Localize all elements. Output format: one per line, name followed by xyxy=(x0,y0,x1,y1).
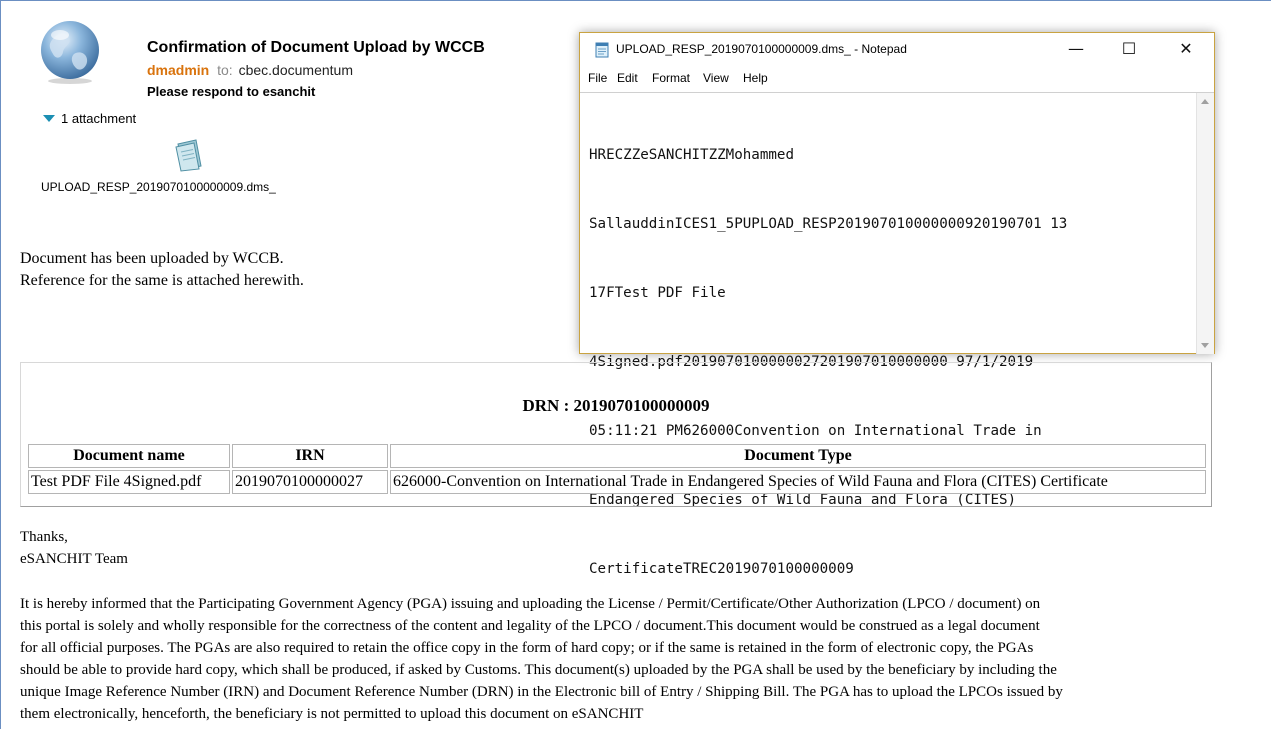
recipient-name[interactable]: cbec.documentum xyxy=(239,62,353,78)
minimize-icon: — xyxy=(1068,39,1084,58)
header-document-name: Document name xyxy=(28,444,230,468)
disclaimer-line: It is hereby informed that the Participa… xyxy=(20,596,1041,612)
table-header-row: Document name IRN Document Type xyxy=(28,444,1206,468)
close-button[interactable]: ✕ xyxy=(1163,33,1209,65)
close-icon: ✕ xyxy=(1179,39,1193,58)
notepad-line: HRECZZeSANCHITZZMohammed xyxy=(589,147,794,163)
cell-document-name: Test PDF File 4Signed.pdf xyxy=(28,470,230,494)
menu-help[interactable]: Help xyxy=(743,71,768,85)
cell-document-type: 626000-Convention on International Trade… xyxy=(390,470,1206,494)
notepad-line: SallauddinICES1_5PUPLOAD_RESP20190701000… xyxy=(589,216,1068,232)
header-document-type: Document Type xyxy=(390,444,1206,468)
disclaimer-line: should be able to provide hard copy, whi… xyxy=(20,662,1057,678)
table-row: Test PDF File 4Signed.pdf 20190701000000… xyxy=(28,470,1206,494)
attachment-file-name[interactable]: UPLOAD_RESP_2019070100000009.dms_ xyxy=(41,180,276,194)
header-irn: IRN xyxy=(232,444,388,468)
disclaimer-line: unique Image Reference Number (IRN) and … xyxy=(20,684,1063,700)
notepad-line: 17FTest PDF File xyxy=(589,285,726,301)
notepad-title: UPLOAD_RESP_2019070100000009.dms_ - Note… xyxy=(616,42,907,56)
menu-format[interactable]: Format xyxy=(652,71,690,85)
disclaimer-line: for all official purposes. The PGAs are … xyxy=(20,640,1034,656)
disclaimer-line: them electronically, henceforth, the ben… xyxy=(20,706,644,722)
notepad-window[interactable]: UPLOAD_RESP_2019070100000009.dms_ - Note… xyxy=(579,32,1215,577)
menu-edit[interactable]: Edit xyxy=(617,71,638,85)
window-frame-top xyxy=(0,0,1271,1)
signature-thanks: Thanks, xyxy=(20,529,68,545)
drn-title: DRN : 2019070100000009 xyxy=(522,396,710,415)
body-line-1: Document has been uploaded by WCCB. xyxy=(20,250,284,267)
email-subject: Confirmation of Document Upload by WCCB xyxy=(147,39,485,56)
window-frame-left xyxy=(0,0,1,729)
maximize-button[interactable]: ☐ xyxy=(1106,33,1152,65)
signature-team: eSANCHIT Team xyxy=(20,551,128,567)
sender-avatar-globe-icon xyxy=(36,18,104,86)
expand-triangle-icon xyxy=(43,115,55,122)
cell-irn: 2019070100000027 xyxy=(232,470,388,494)
minimize-button[interactable]: — xyxy=(1053,33,1099,65)
notepad-app-icon xyxy=(594,42,610,58)
body-line-2: Reference for the same is attached herew… xyxy=(20,272,304,289)
document-table: Document name IRN Document Type Test PDF… xyxy=(26,442,1208,496)
scroll-down-arrow-icon[interactable] xyxy=(1201,343,1209,348)
sender-name[interactable]: dmadmin xyxy=(147,62,209,78)
notepad-text-area[interactable]: HRECZZeSANCHITZZMohammed SallauddinICES1… xyxy=(580,92,1214,577)
notepad-scrollbar[interactable] xyxy=(1196,93,1214,354)
attachments-toggle[interactable]: 1 attachment xyxy=(43,111,136,126)
respond-to-note: Please respond to esanchit xyxy=(147,84,316,99)
drn-panel: DRN : 2019070100000009 Document name IRN… xyxy=(20,362,1212,507)
scroll-up-arrow-icon[interactable] xyxy=(1201,99,1209,104)
disclaimer-line: this portal is solely and wholly respons… xyxy=(20,618,1040,634)
notepad-line: CertificateTREC2019070100000009 xyxy=(589,561,854,577)
notepad-titlebar[interactable]: UPLOAD_RESP_2019070100000009.dms_ - Note… xyxy=(580,33,1214,67)
menu-file[interactable]: File xyxy=(588,71,607,85)
email-from-line: dmadmin to: cbec.documentum xyxy=(147,62,353,78)
maximize-icon: ☐ xyxy=(1121,39,1137,58)
attachments-count-label: 1 attachment xyxy=(61,111,137,126)
to-label: to: xyxy=(217,62,233,78)
attachment-file-icon[interactable] xyxy=(170,138,206,172)
menu-view[interactable]: View xyxy=(703,71,729,85)
